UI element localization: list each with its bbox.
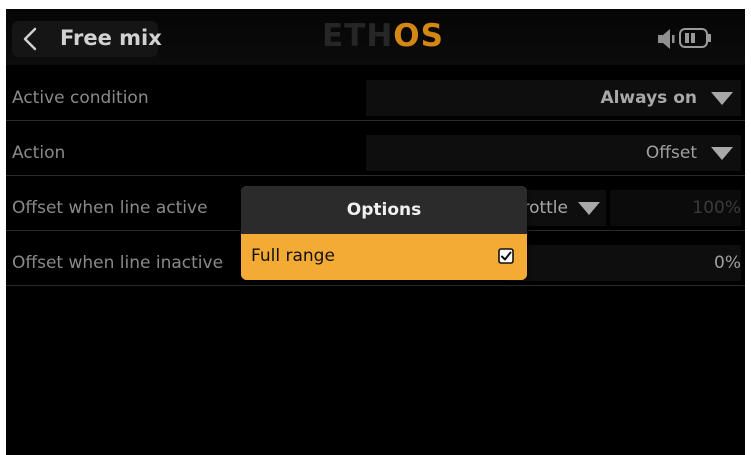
active-condition-dropdown[interactable]: Always on bbox=[366, 80, 741, 116]
row-active-condition: Active condition Always on bbox=[6, 76, 745, 121]
triangle-down-icon bbox=[578, 202, 600, 215]
checkbox-checked-icon[interactable] bbox=[498, 248, 514, 264]
offset-active-value-field[interactable]: 100% bbox=[610, 190, 741, 226]
option-label: Full range bbox=[251, 246, 335, 266]
active-condition-value: Always on bbox=[600, 88, 697, 108]
offset-active-label: Offset when line active bbox=[12, 198, 208, 218]
speaker-icon bbox=[658, 29, 675, 49]
offset-inactive-value-field[interactable]: 0% bbox=[506, 245, 741, 281]
offset-inactive-label: Offset when line inactive bbox=[12, 253, 224, 273]
chevron-left-icon[interactable] bbox=[20, 26, 40, 52]
offset-inactive-value: 0% bbox=[714, 253, 741, 273]
option-full-range[interactable]: Full range bbox=[241, 234, 527, 280]
action-value: Offset bbox=[645, 143, 697, 163]
options-popup: Options Full range bbox=[241, 186, 527, 280]
brand-logo-part2: OS bbox=[393, 18, 444, 54]
brand-logo-part1: ETH bbox=[322, 18, 394, 54]
popup-title: Options bbox=[241, 186, 527, 234]
triangle-down-icon bbox=[711, 147, 733, 160]
radio-screen: Free mix ETHOS Active condition Always o… bbox=[0, 0, 751, 455]
active-condition-label: Active condition bbox=[12, 88, 149, 108]
action-label: Action bbox=[12, 143, 66, 163]
action-dropdown[interactable]: Offset bbox=[366, 135, 741, 171]
battery-icon bbox=[679, 28, 711, 48]
brand-logo: ETHOS bbox=[322, 19, 444, 53]
display-area: Free mix ETHOS Active condition Always o… bbox=[6, 9, 745, 455]
row-action: Action Offset bbox=[6, 131, 745, 176]
triangle-down-icon bbox=[711, 92, 733, 105]
header-bar: Free mix ETHOS bbox=[6, 9, 745, 65]
offset-active-value: 100% bbox=[692, 198, 741, 218]
page-title: Free mix bbox=[60, 26, 162, 50]
